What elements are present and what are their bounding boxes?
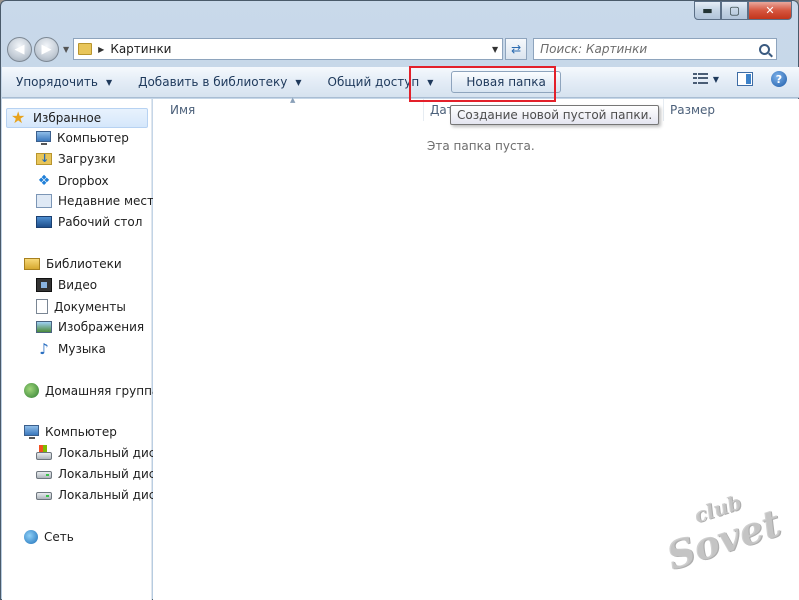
organize-button[interactable]: Упорядочить ▼ <box>16 75 112 89</box>
libraries-icon <box>24 258 40 270</box>
refresh-button[interactable]: ⇄ <box>505 38 528 60</box>
preview-pane-icon[interactable] <box>737 72 753 86</box>
help-icon[interactable]: ? <box>771 71 787 87</box>
sidebar-item-label: Локальный диск <box>58 467 163 481</box>
highlight-frame <box>409 66 556 102</box>
sidebar-item-label: Изображения <box>58 320 145 334</box>
sidebar-item-label: Избранное <box>33 111 102 125</box>
chevron-down-icon: ▼ <box>295 77 302 87</box>
sidebar-item-label: Локальный диск <box>58 446 163 460</box>
document-icon <box>36 299 48 314</box>
share-label: Общий доступ <box>327 75 420 89</box>
sidebar-item-label: Музыка <box>58 342 106 356</box>
sort-indicator-icon: ▲ <box>290 96 296 104</box>
music-icon: ♪ <box>39 340 49 358</box>
new-folder-tooltip: Создание новой пустой папки. <box>450 105 660 125</box>
sidebar-item-homegroup[interactable]: Домашняя группа <box>24 383 159 398</box>
disk-icon <box>36 471 52 479</box>
sidebar-item-label: Видео <box>58 278 98 292</box>
sidebar-item-local-disk-c[interactable]: Локальный диск <box>36 445 163 460</box>
sidebar-item-label: Сеть <box>44 530 74 544</box>
sidebar-item-downloads[interactable]: Загрузки <box>36 152 116 166</box>
maximize-button[interactable]: ▢ <box>721 1 748 20</box>
star-icon: ★ <box>11 108 26 127</box>
sidebar-item-favorites[interactable]: ★ Избранное <box>6 108 148 128</box>
add-to-library-button[interactable]: Добавить в библиотеку ▼ <box>138 75 301 89</box>
view-dropdown-icon[interactable]: ▼ <box>713 75 719 84</box>
address-bar[interactable]: ▶ Картинки ▼ <box>73 38 504 60</box>
sidebar-item-label: Компьютер <box>45 425 117 439</box>
computer-icon <box>24 425 39 439</box>
command-bar: Упорядочить ▼ Добавить в библиотеку ▼ Об… <box>2 67 799 98</box>
sidebar-item-label: Компьютер <box>57 131 129 145</box>
sidebar-item-computer-fav[interactable]: Компьютер <box>36 131 129 145</box>
sidebar-item-network[interactable]: Сеть <box>24 530 74 544</box>
history-dropdown-icon[interactable]: ▼ <box>63 45 69 54</box>
sidebar-item-documents[interactable]: Документы <box>36 299 126 314</box>
sidebar-item-local-disk-d[interactable]: Локальный диск <box>36 467 163 481</box>
computer-icon <box>36 131 51 145</box>
organize-label: Упорядочить <box>16 75 98 89</box>
column-header-size[interactable]: Размер <box>670 103 715 117</box>
search-input[interactable]: Поиск: Картинки <box>533 38 778 60</box>
search-icon[interactable] <box>759 43 771 55</box>
sidebar-item-libraries[interactable]: Библиотеки <box>24 257 122 271</box>
close-button[interactable]: ✕ <box>748 1 792 20</box>
chevron-down-icon: ▼ <box>105 77 113 87</box>
system-disk-icon <box>36 445 52 460</box>
sidebar-item-label: Недавние места <box>58 194 162 208</box>
sidebar-item-music[interactable]: ♪ Музыка <box>36 341 106 357</box>
network-icon <box>24 530 38 544</box>
view-options-icon[interactable] <box>692 73 708 85</box>
refresh-icon: ⇄ <box>511 42 522 56</box>
address-row: ◀ ▶ ▼ ▶ Картинки ▼ ⇄ Поиск: Картинки <box>7 35 794 63</box>
search-placeholder: Поиск: Картинки <box>540 42 648 56</box>
minimize-button[interactable]: ▬ <box>694 1 721 20</box>
sidebar-item-dropbox[interactable]: ❖ Dropbox <box>36 173 109 189</box>
sidebar-item-label: Домашняя группа <box>45 383 160 398</box>
sidebar-item-label: Загрузки <box>58 152 116 166</box>
sidebar-item-desktop[interactable]: Рабочий стол <box>36 215 142 229</box>
column-separator[interactable] <box>423 99 424 121</box>
image-icon <box>36 321 52 333</box>
sidebar-item-label: Локальный диск <box>58 488 163 502</box>
sidebar-item-label: Документы <box>54 299 126 314</box>
back-arrow-icon: ◀ <box>14 41 25 57</box>
breadcrumb-arrow-icon[interactable]: ▶ <box>98 45 104 54</box>
dropbox-icon: ❖ <box>37 173 51 189</box>
sidebar-item-label: Библиотеки <box>46 257 122 271</box>
sidebar-item-label: Dropbox <box>58 174 109 188</box>
sidebar-item-label: Рабочий стол <box>58 215 143 229</box>
sidebar-item-recent-places[interactable]: Недавние места <box>36 194 161 208</box>
video-icon <box>36 278 52 292</box>
folder-icon <box>78 43 93 55</box>
recent-places-icon <box>36 194 52 208</box>
address-dropdown-icon[interactable]: ▼ <box>492 45 498 54</box>
empty-folder-message: Эта папка пуста. <box>427 139 535 153</box>
column-separator[interactable] <box>663 99 664 121</box>
sidebar-item-images[interactable]: Изображения <box>36 320 144 334</box>
window-controls: ▬ ▢ ✕ <box>694 1 792 21</box>
column-header-name[interactable]: Имя <box>170 103 195 117</box>
back-button[interactable]: ◀ <box>7 36 32 62</box>
desktop-icon <box>36 216 52 228</box>
disk-icon <box>36 492 52 500</box>
view-controls: ▼ ? <box>692 71 787 87</box>
sidebar-item-video[interactable]: Видео <box>36 278 97 292</box>
address-path: Картинки <box>110 42 172 56</box>
navigation-pane: ★ Избранное Компьютер Загрузки ❖ Dropbox… <box>2 99 163 600</box>
downloads-icon <box>36 152 52 165</box>
add-to-library-label: Добавить в библиотеку <box>138 75 288 89</box>
sidebar-item-local-disk-e[interactable]: Локальный диск <box>36 488 163 502</box>
homegroup-icon <box>24 383 39 398</box>
forward-arrow-icon: ▶ <box>41 41 52 57</box>
sidebar-item-computer[interactable]: Компьютер <box>24 425 117 439</box>
forward-button[interactable]: ▶ <box>34 36 59 62</box>
